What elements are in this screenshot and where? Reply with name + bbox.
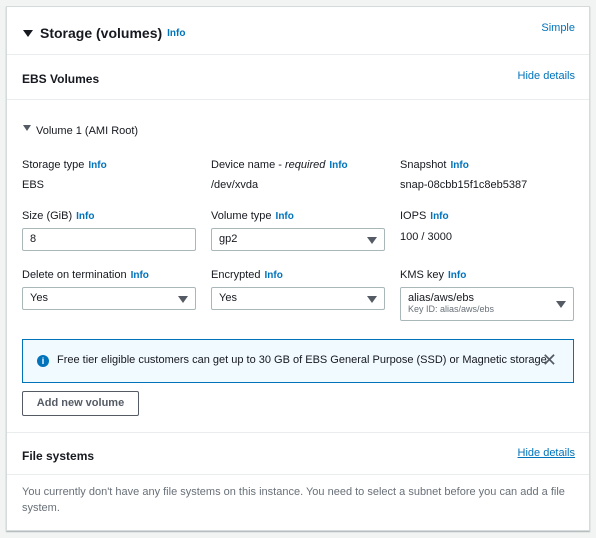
- device-name-label: Device name - required Info: [211, 159, 348, 171]
- volume-title: Volume 1 (AMI Root): [36, 125, 139, 137]
- info-circle-icon: i: [37, 355, 49, 367]
- storage-type-value: EBS: [22, 179, 45, 191]
- caret-down-icon: [367, 237, 377, 244]
- delete-on-termination-label: Delete on termination Info: [22, 269, 149, 281]
- caret-down-icon: [178, 296, 188, 303]
- file-systems-title: File systems: [22, 449, 95, 463]
- divider: [7, 54, 589, 55]
- kms-key-select[interactable]: alias/aws/ebs Key ID: alias/aws/ebs: [400, 287, 574, 321]
- size-input[interactable]: 8: [22, 228, 196, 251]
- storage-info-link[interactable]: Info: [167, 28, 185, 39]
- simple-link[interactable]: Simple: [541, 22, 575, 34]
- size-label: Size (GiB) Info: [22, 210, 95, 222]
- caret-down-icon: [556, 301, 566, 308]
- info-link[interactable]: Info: [329, 160, 347, 171]
- device-name-value: /dev/xvda: [211, 179, 259, 191]
- ebs-hide-details-link[interactable]: Hide details: [518, 70, 575, 82]
- volume-type-label: Volume type Info: [211, 210, 294, 222]
- snapshot-label: Snapshot Info: [400, 159, 469, 171]
- storage-header[interactable]: Storage (volumes) Info: [23, 25, 185, 41]
- info-link[interactable]: Info: [276, 211, 294, 222]
- volume-1-header[interactable]: Volume 1 (AMI Root): [23, 125, 138, 137]
- encrypted-label: Encrypted Info: [211, 269, 283, 281]
- storage-title: Storage (volumes): [40, 25, 163, 41]
- storage-type-label: Storage type Info: [22, 159, 107, 171]
- info-link[interactable]: Info: [450, 160, 468, 171]
- file-systems-description: You currently don't have any file system…: [22, 486, 565, 514]
- info-link[interactable]: Info: [448, 270, 466, 281]
- iops-label: IOPS Info: [400, 210, 449, 222]
- alert-message: Free tier eligible customers can get up …: [57, 354, 547, 366]
- iops-value: 100 / 3000: [400, 231, 452, 243]
- volume-type-select[interactable]: gp2: [211, 228, 385, 251]
- info-link[interactable]: Info: [430, 211, 448, 222]
- divider: [7, 474, 589, 475]
- info-link[interactable]: Info: [265, 270, 283, 281]
- expand-caret-icon[interactable]: [23, 125, 31, 131]
- storage-panel: Storage (volumes) Info Simple EBS Volume…: [6, 6, 590, 531]
- caret-down-icon: [367, 296, 377, 303]
- kms-key-label: KMS key Info: [400, 269, 467, 281]
- close-icon[interactable]: ✕: [542, 350, 557, 370]
- delete-on-termination-select[interactable]: Yes: [22, 287, 196, 310]
- add-new-volume-button[interactable]: Add new volume: [22, 391, 139, 416]
- divider: [7, 99, 589, 100]
- divider: [7, 432, 589, 433]
- snapshot-value: snap-08cbb15f1c8eb5387: [400, 179, 528, 191]
- info-link[interactable]: Info: [88, 160, 106, 171]
- file-systems-hide-details-link[interactable]: Hide details: [518, 447, 575, 459]
- ebs-volumes-title: EBS Volumes: [22, 72, 100, 86]
- info-link[interactable]: Info: [76, 211, 94, 222]
- encrypted-select[interactable]: Yes: [211, 287, 385, 310]
- collapse-caret-icon[interactable]: [23, 29, 33, 37]
- info-link[interactable]: Info: [131, 270, 149, 281]
- free-tier-alert: i Free tier eligible customers can get u…: [22, 339, 574, 383]
